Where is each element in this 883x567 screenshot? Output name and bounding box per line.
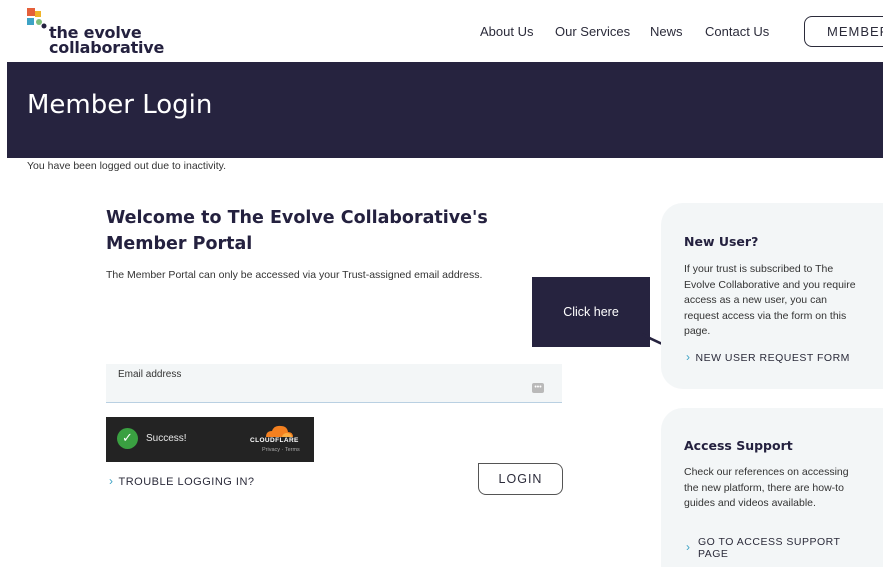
access-support-card: Access Support Check our references on a…: [661, 408, 883, 567]
logo-mark-icon: [27, 8, 47, 29]
member-button[interactable]: MEMBER: [804, 16, 883, 47]
trouble-logging-in-link[interactable]: › TROUBLE LOGGING IN?: [109, 474, 255, 488]
check-icon: ✓: [117, 428, 138, 449]
captcha-status: Success!: [146, 433, 187, 444]
cloudflare-links[interactable]: Privacy · Terms: [262, 447, 300, 453]
email-field[interactable]: Email address •••: [106, 364, 562, 403]
nav-contact-us[interactable]: Contact Us: [705, 24, 769, 39]
new-user-card: New User? If your trust is subscribed to…: [661, 203, 883, 389]
page-banner: Member Login: [7, 62, 883, 158]
cloudflare-icon: [266, 425, 293, 437]
access-support-text: Check our references on accessing the ne…: [684, 466, 849, 509]
logo-wordmark: the evolve collaborative: [49, 25, 165, 57]
trouble-logging-in-label: TROUBLE LOGGING IN?: [118, 476, 255, 488]
nav-our-services[interactable]: Our Services: [555, 24, 630, 39]
new-user-request-link[interactable]: › NEW USER REQUEST FORM: [686, 350, 850, 364]
welcome-heading: Welcome to The Evolve Collaborative's Me…: [106, 208, 488, 254]
cloudflare-logo: CLOUDFLARE Privacy · Terms: [250, 424, 308, 458]
nav-news[interactable]: News: [650, 24, 683, 39]
chevron-right-icon: ›: [686, 350, 691, 364]
access-support-title: Access Support: [684, 438, 793, 453]
cloudflare-wordmark: CLOUDFLARE: [250, 437, 299, 444]
email-input[interactable]: [116, 382, 516, 400]
chevron-right-icon: ›: [109, 474, 114, 488]
new-user-text: If your trust is subscribed to The Evolv…: [684, 263, 856, 337]
new-user-title: New User?: [684, 234, 759, 249]
logo[interactable]: the evolve collaborative: [27, 8, 177, 58]
intro-text: The Member Portal can only be accessed v…: [106, 269, 483, 281]
logo-line-2: collaborative: [49, 38, 165, 57]
nav-about-us[interactable]: About Us: [480, 24, 533, 39]
login-button[interactable]: LOGIN: [478, 463, 563, 495]
status-message: You have been logged out due to inactivi…: [27, 160, 227, 172]
access-support-link-line-2: PAGE: [698, 547, 729, 560]
access-support-link[interactable]: › GO TO ACCESS SUPPORT PAGE: [686, 536, 841, 560]
access-support-link-line-1: GO TO ACCESS SUPPORT: [698, 536, 841, 548]
click-here-tooltip: Click here: [532, 277, 650, 347]
password-manager-icon[interactable]: •••: [532, 383, 544, 393]
captcha-widget[interactable]: ✓ Success! CLOUDFLARE Privacy · Terms: [106, 417, 314, 462]
new-user-request-label: NEW USER REQUEST FORM: [695, 352, 850, 364]
email-label: Email address: [118, 369, 182, 380]
chevron-right-icon: ›: [686, 540, 691, 554]
page-title: Member Login: [27, 90, 213, 120]
